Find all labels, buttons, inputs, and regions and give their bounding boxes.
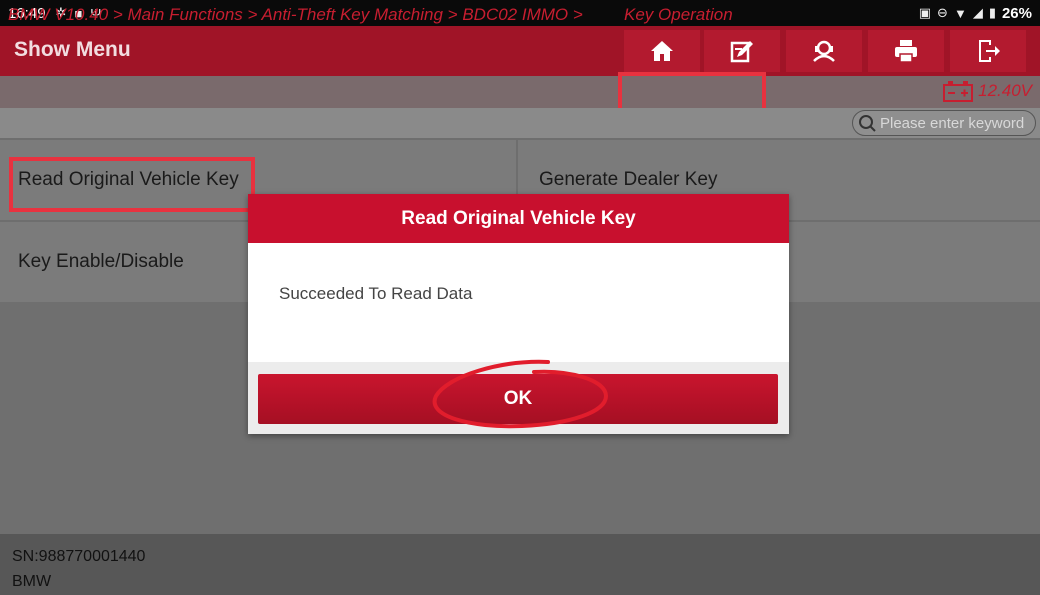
- title-bar: Show Menu: [0, 26, 1040, 76]
- breadcrumb-path[interactable]: BMW V10.40 > Main Functions > Anti-Theft…: [8, 5, 583, 25]
- print-button[interactable]: [868, 30, 944, 72]
- cast-icon: ▣: [918, 5, 932, 20]
- breadcrumb-current: Key Operation: [624, 5, 733, 24]
- ok-button[interactable]: OK: [258, 374, 778, 424]
- result-dialog: Read Original Vehicle Key Succeeded To R…: [248, 194, 789, 434]
- menu-item-label: Key Enable/Disable: [18, 251, 184, 272]
- report-button[interactable]: [704, 30, 780, 72]
- serial-number: SN:988770001440: [12, 548, 146, 565]
- dialog-message: Succeeded To Read Data: [279, 284, 473, 303]
- support-button[interactable]: [786, 30, 862, 72]
- page-title: Show Menu: [14, 38, 131, 61]
- exit-icon: [979, 40, 1000, 62]
- footer: [0, 534, 1040, 595]
- home-button[interactable]: [624, 30, 700, 72]
- breadcrumb: [0, 76, 1040, 108]
- dialog-title: Read Original Vehicle Key: [248, 194, 789, 243]
- battery-level: 26%: [1001, 4, 1032, 22]
- annotation-highlight-read-key: [9, 157, 255, 212]
- user-support-icon: [813, 40, 835, 62]
- home-icon: [651, 41, 673, 61]
- edit-report-icon: [730, 41, 753, 63]
- voltage-value: 12.40V: [978, 81, 1032, 100]
- vehicle-model: BMW: [12, 573, 52, 590]
- search-input[interactable]: [880, 114, 1030, 132]
- wifi-icon: ▼: [953, 5, 967, 21]
- car-battery-icon: [943, 81, 974, 102]
- search-box[interactable]: [852, 110, 1036, 136]
- dnd-icon: ⊖: [937, 5, 948, 20]
- battery-voltage: 12.40V: [942, 80, 1032, 102]
- signal-icon: ◢: [972, 5, 983, 20]
- annotation-highlight-key-operation: [618, 72, 766, 112]
- print-icon: [895, 40, 917, 63]
- battery-icon: ▮: [988, 5, 996, 20]
- status-right: ▣ ⊖ ▼ ◢ ▮ 26%: [919, 0, 1032, 26]
- search-icon: [859, 115, 876, 132]
- exit-button[interactable]: [950, 30, 1026, 72]
- menu-item-label: Generate Dealer Key: [539, 169, 718, 190]
